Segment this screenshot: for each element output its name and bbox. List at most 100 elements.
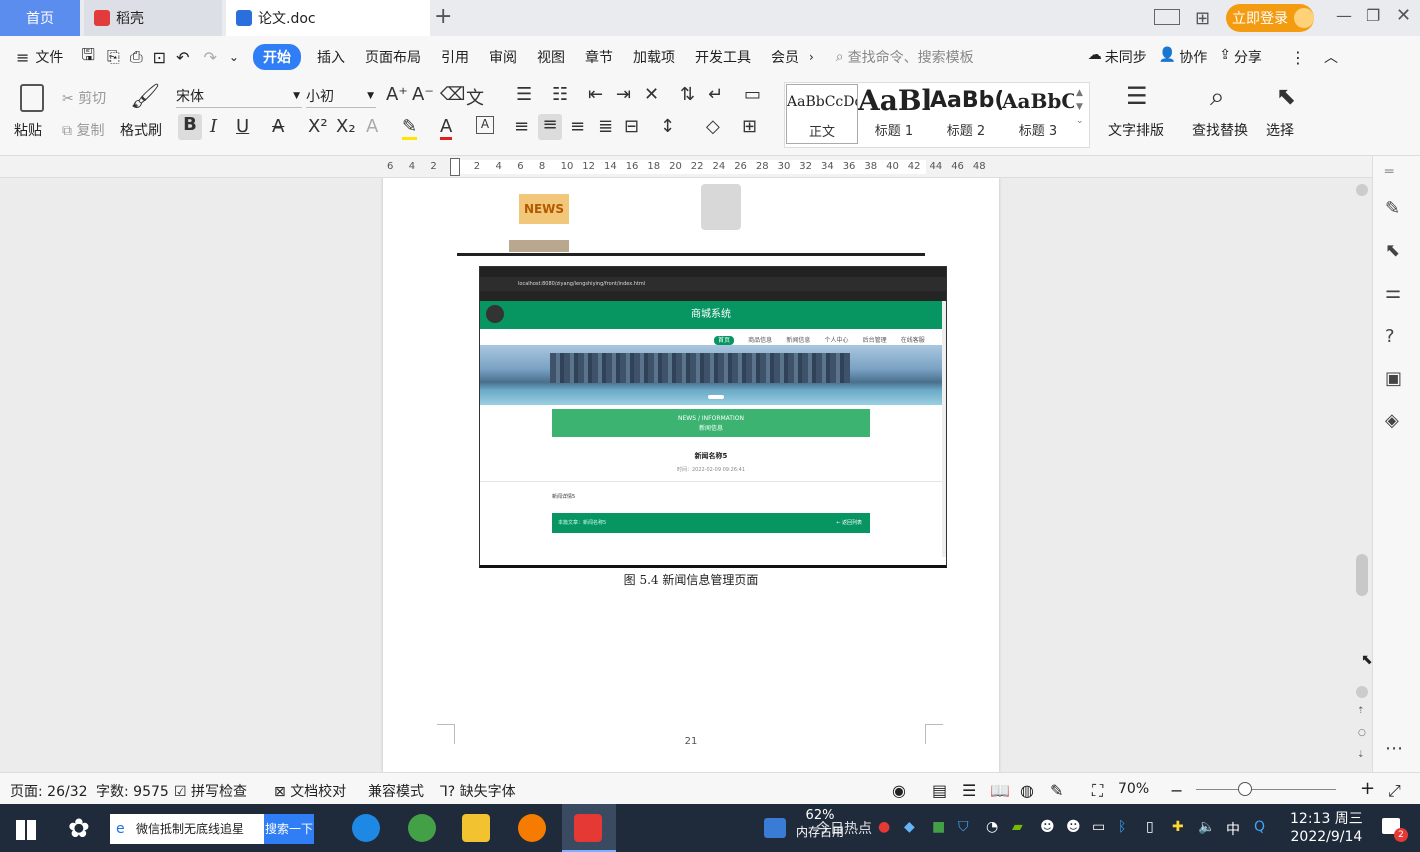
page-view-icon[interactable]: ▤ — [932, 781, 947, 800]
menu-view[interactable]: 视图 — [537, 47, 565, 67]
print-icon[interactable]: ⎙ — [130, 47, 143, 67]
write-view-icon[interactable]: ✎ — [1050, 781, 1063, 800]
tray-security-icon[interactable]: ■ — [932, 819, 945, 835]
strikethrough-icon[interactable]: A — [272, 116, 284, 137]
shrink-font-icon[interactable]: A⁻ — [412, 84, 434, 105]
paste-button[interactable]: 粘贴 — [14, 120, 42, 140]
clock[interactable]: 12:13 周三 2022/9/14 — [1290, 810, 1363, 846]
zoom-in-icon[interactable]: + — [1360, 778, 1375, 799]
font-color-icon[interactable]: A — [440, 116, 453, 140]
text-layout-button[interactable]: 文字排版 — [1108, 120, 1164, 140]
highlight-icon[interactable]: ✎ — [402, 116, 418, 140]
style-heading-2[interactable]: AaBb( 标题 2 — [930, 84, 1002, 144]
taskbar-search-box[interactable]: e 微信抵制无底线追星 — [110, 814, 264, 844]
hot-news[interactable]: 今日热点 — [816, 818, 872, 838]
menu-developer[interactable]: 开发工具 — [695, 47, 751, 67]
missing-font-button[interactable]: Ꞁ? 缺失字体 — [440, 781, 516, 801]
menu-review[interactable]: 审阅 — [489, 47, 517, 67]
widgets-icon[interactable] — [764, 818, 786, 838]
reading-view-icon[interactable]: 📖 — [990, 781, 1010, 800]
find-replace-button[interactable]: 查找替换 — [1192, 120, 1248, 140]
more-menu-icon[interactable]: › — [809, 50, 814, 64]
taskbar-search-button[interactable]: 搜索一下 — [264, 814, 314, 844]
bold-icon[interactable]: B — [178, 114, 202, 140]
vertical-scrollbar[interactable]: ⇡ ○ ⇣ — [1352, 178, 1372, 772]
distribute-icon[interactable]: ⊟ — [624, 116, 639, 137]
menu-chapter[interactable]: 章节 — [585, 47, 613, 67]
pen-icon[interactable]: ✎ — [1385, 198, 1400, 219]
borders-icon[interactable]: ⊞ — [742, 116, 757, 137]
copy-button[interactable]: ⧉ 复制 — [62, 120, 104, 140]
fit-page-icon[interactable]: ⛶ — [1092, 781, 1103, 801]
horizontal-ruler[interactable]: 6 4 2 2 4 6 8 10 12 14 16 18 20 22 24 26 28 30 32 34 36 38 40 4… — [0, 156, 1372, 178]
underline-icon[interactable]: U — [236, 116, 249, 137]
tray-battery-icon[interactable]: ▭ — [1092, 819, 1105, 835]
outline-view-icon[interactable]: ☰ — [962, 781, 976, 800]
menu-insert[interactable]: 插入 — [317, 47, 345, 67]
menu-references[interactable]: 引用 — [441, 47, 469, 67]
tray-app-icon[interactable]: ◆ — [904, 819, 915, 835]
tab-daoke[interactable]: 稻壳 — [84, 0, 222, 36]
subscript-icon[interactable]: X₂ — [336, 116, 356, 137]
proofread-button[interactable]: ⊠ 文档校对 — [274, 781, 346, 801]
eye-protect-icon[interactable]: ◉ — [892, 781, 906, 800]
wps-writer-icon[interactable] — [574, 814, 602, 842]
bullets-icon[interactable]: ☰ — [516, 84, 532, 105]
tray-usb-icon[interactable]: ▯ — [1146, 819, 1154, 835]
file-menu[interactable]: ≡ 文件 — [16, 47, 63, 67]
sort-icon[interactable]: ⇅ — [680, 84, 695, 105]
scroll-down-icon[interactable] — [1356, 686, 1368, 698]
new-tab-button[interactable]: + — [434, 4, 452, 29]
green-browser-icon[interactable] — [408, 814, 436, 842]
help-icon[interactable]: ? — [1385, 326, 1395, 347]
tray-bluetooth-icon[interactable]: ᛒ — [1118, 819, 1126, 835]
format-painter-icon[interactable]: 🖌 — [130, 82, 160, 110]
ruler-toggle-icon[interactable]: ▭ — [744, 84, 761, 105]
align-center-icon[interactable]: ≡ — [538, 114, 562, 140]
scroll-thumb[interactable] — [1356, 554, 1368, 596]
login-button[interactable]: 立即登录 — [1226, 4, 1314, 32]
web-view-icon[interactable]: ◍ — [1020, 781, 1034, 800]
word-count[interactable]: 字数: 9575 — [96, 781, 169, 801]
menu-addins[interactable]: 加载项 — [633, 47, 675, 67]
numbering-icon[interactable]: ☷ — [552, 84, 568, 105]
tray-volume-icon[interactable]: 🔈 — [1198, 819, 1215, 835]
justify-icon[interactable]: ≣ — [598, 116, 613, 137]
tray-antivirus-icon[interactable]: ● — [878, 819, 890, 835]
style-heading-1[interactable]: AaBl 标题 1 — [858, 84, 930, 144]
tray-qq2-icon[interactable]: ☻ — [1066, 819, 1081, 835]
fullscreen-icon[interactable]: ⤢ — [1388, 781, 1401, 801]
style-normal[interactable]: AaBbCcDd 正文 — [786, 84, 858, 144]
tray-plus-icon[interactable]: ✚ — [1172, 819, 1184, 835]
reading-layout-icon[interactable] — [1154, 9, 1180, 25]
lightbulb-icon[interactable]: ◈ — [1385, 410, 1399, 431]
indent-marker[interactable] — [450, 158, 460, 176]
text-layout-icon[interactable]: ☰ — [1126, 82, 1148, 110]
format-painter-button[interactable]: 格式刷 — [120, 120, 162, 140]
superscript-icon[interactable]: X² — [308, 116, 328, 137]
restore-icon[interactable]: ❐ — [1366, 6, 1380, 25]
menu-member[interactable]: 会员 — [771, 47, 799, 67]
shading-icon[interactable]: ◇ — [706, 116, 720, 137]
redo-icon[interactable]: ↷ — [203, 48, 216, 67]
collapse-panel-icon[interactable]: ═ — [1385, 164, 1393, 180]
compat-mode[interactable]: 兼容模式 — [368, 781, 424, 801]
phonetic-guide-icon[interactable]: 文 — [466, 84, 484, 110]
clear-format-icon[interactable]: ⌫ — [440, 84, 465, 105]
close-icon[interactable]: ✕ — [1396, 5, 1411, 26]
tray-ime[interactable]: 中 — [1226, 819, 1240, 839]
undo-icon[interactable]: ↶ — [176, 48, 189, 67]
style-heading-3[interactable]: AaBbC 标题 3 — [1002, 84, 1074, 144]
chinese-layout-icon[interactable]: ✕ — [644, 84, 659, 105]
cursor-icon[interactable]: ⬉ — [1276, 82, 1296, 110]
zoom-slider-handle[interactable] — [1238, 782, 1252, 796]
print-preview-icon[interactable]: ⊡ — [153, 48, 166, 67]
image-edit-icon[interactable]: ▣ — [1385, 368, 1402, 389]
next-page-icon[interactable]: ⇣ — [1357, 750, 1365, 760]
tab-doc[interactable]: 论文.doc — [226, 0, 430, 36]
cut-button[interactable]: ✂ 剪切 — [62, 88, 106, 108]
tray-nvidia-icon[interactable]: ▰ — [1012, 819, 1023, 835]
zoom-level[interactable]: 70% — [1118, 781, 1149, 797]
more-options-icon[interactable]: ⋮ — [1290, 48, 1306, 67]
tray-qq-icon[interactable]: ☻ — [1040, 819, 1055, 835]
